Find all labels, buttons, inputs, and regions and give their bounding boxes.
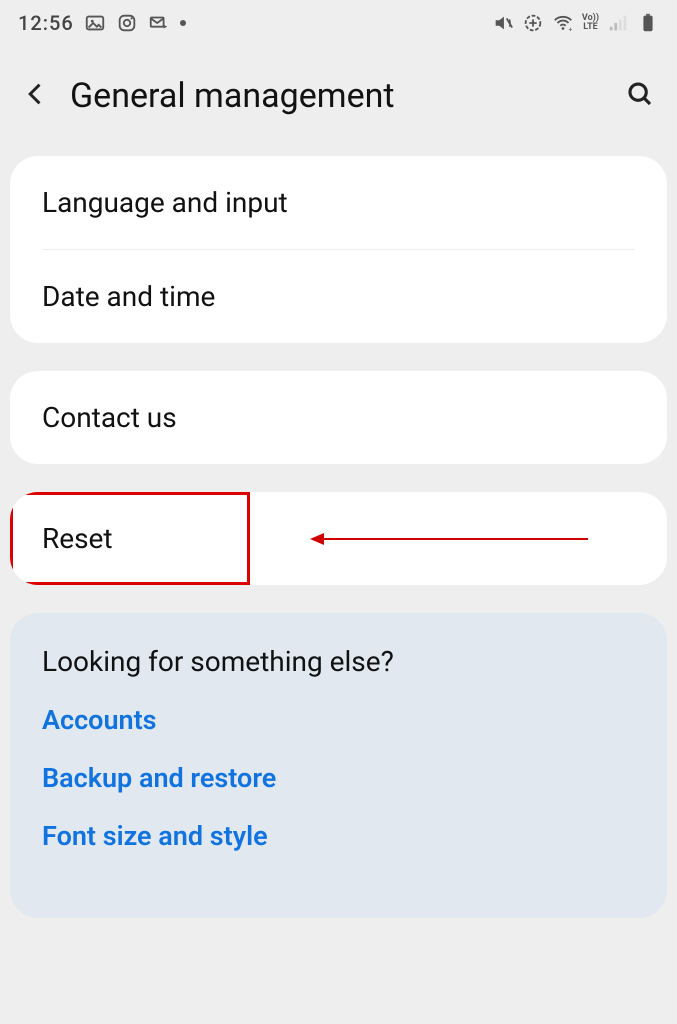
status-bar: 12:56 + Vo))LTE: [0, 0, 677, 46]
back-button[interactable]: [22, 80, 50, 112]
status-left: 12:56: [18, 11, 186, 35]
volte-icon: Vo))LTE: [582, 14, 599, 32]
gallery-icon: [84, 12, 106, 34]
page-title: General management: [70, 76, 605, 116]
suggestion-link-font-size-style[interactable]: Font size and style: [42, 820, 635, 852]
menu-item-contact-us[interactable]: Contact us: [10, 371, 667, 464]
wifi-icon: +: [552, 12, 574, 34]
dot-icon: [180, 20, 186, 26]
suggestions-card: Looking for something else? Accounts Bac…: [10, 613, 667, 918]
mail-icon: [148, 12, 170, 34]
suggestion-link-backup-restore[interactable]: Backup and restore: [42, 762, 635, 794]
search-button[interactable]: [625, 79, 655, 113]
menu-item-reset[interactable]: Reset: [10, 492, 667, 585]
battery-icon: [637, 12, 659, 34]
menu-item-date-time[interactable]: Date and time: [10, 250, 667, 343]
suggestions-title: Looking for something else?: [42, 645, 635, 678]
settings-group-2: Contact us: [10, 371, 667, 464]
svg-text:+: +: [568, 25, 572, 33]
settings-group-1: Language and input Date and time: [10, 156, 667, 343]
status-right: + Vo))LTE: [492, 12, 659, 34]
menu-item-language-input[interactable]: Language and input: [10, 156, 667, 249]
instagram-icon: [116, 12, 138, 34]
data-saver-icon: [522, 12, 544, 34]
suggestion-link-accounts[interactable]: Accounts: [42, 704, 635, 736]
status-time: 12:56: [18, 11, 74, 35]
settings-group-3: Reset: [10, 492, 667, 585]
mute-icon: [492, 12, 514, 34]
signal-icon: [607, 12, 629, 34]
page-header: General management: [0, 46, 677, 156]
